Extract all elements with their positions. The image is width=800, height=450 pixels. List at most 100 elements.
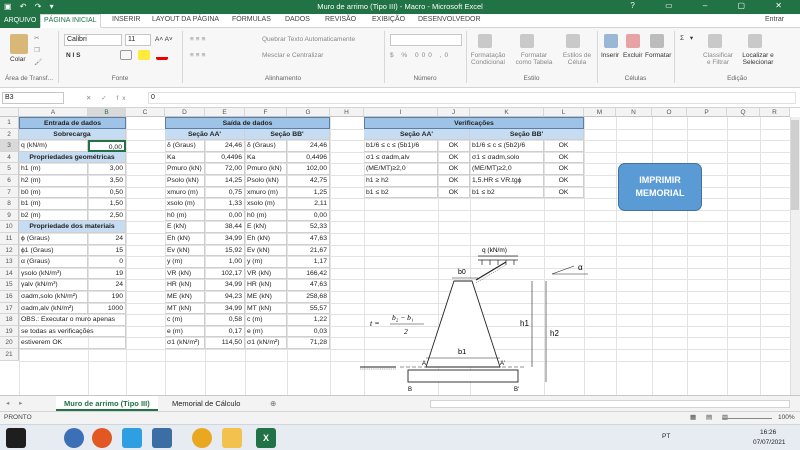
output-value-aa[interactable]: 24,46: [205, 140, 245, 152]
conditional-format-button[interactable]: Formatação Condicional: [468, 52, 508, 66]
align-icons[interactable]: ≡≡≡: [190, 36, 207, 43]
output-label-aa[interactable]: h0 (m): [165, 209, 205, 222]
output-value-aa[interactable]: 38,44: [205, 221, 245, 233]
output-value-aa[interactable]: 34,99: [205, 233, 245, 245]
output-label-aa[interactable]: HR (kN): [165, 279, 205, 291]
output-value-aa[interactable]: 1,00: [205, 256, 245, 268]
output-label-aa[interactable]: Eh (kN): [165, 233, 205, 245]
output-value-aa[interactable]: 1,33: [205, 198, 245, 210]
output-label-bb[interactable]: Psolo (kN): [245, 175, 287, 187]
output-label-aa[interactable]: Ev (kN): [165, 244, 205, 257]
input-value-mat[interactable]: 0: [88, 256, 126, 268]
row-header-21[interactable]: 21: [0, 349, 19, 361]
column-header-m[interactable]: M: [584, 108, 616, 117]
input-label-mat[interactable]: σadm,solo (kN/m²): [19, 291, 88, 303]
verif-title[interactable]: Verificações: [364, 117, 584, 129]
column-header-e[interactable]: E: [205, 108, 245, 117]
row-header-13[interactable]: 13: [0, 256, 19, 268]
output-label-bb[interactable]: y (m): [245, 256, 287, 268]
output-label-aa[interactable]: e (m): [165, 325, 205, 338]
find-select-button[interactable]: Localizar e Selecionar: [738, 52, 778, 66]
merge-center-button[interactable]: Mesclar e Centralizar: [262, 52, 323, 59]
verif-status-bb[interactable]: OK: [544, 140, 584, 152]
add-sheet-button[interactable]: ⊕: [262, 396, 284, 411]
delete-cells-button[interactable]: Excluir: [623, 52, 643, 59]
column-header-q[interactable]: Q: [727, 108, 760, 117]
format-cells-icon[interactable]: [650, 34, 664, 48]
column-header-i[interactable]: I: [364, 108, 438, 117]
input-label-mat[interactable]: γsolo (kN/m³): [19, 267, 88, 280]
output-label-aa[interactable]: c (m): [165, 314, 205, 326]
input-label-mat[interactable]: ϕ (Graus): [19, 233, 88, 245]
input-value-geo[interactable]: 2,50: [88, 209, 126, 222]
clock-time[interactable]: 16:26: [760, 429, 776, 436]
output-value-bb[interactable]: 71,28: [287, 337, 330, 349]
output-value-bb[interactable]: 258,68: [287, 291, 330, 303]
output-label-bb[interactable]: c (m): [245, 314, 287, 326]
output-value-bb[interactable]: 2,11: [287, 198, 330, 210]
wrap-text-button[interactable]: Quebrar Texto Automaticamente: [262, 36, 355, 43]
verif-condition-aa[interactable]: b1 ≤ b2: [364, 186, 438, 199]
output-value-aa[interactable]: 0,17: [205, 325, 245, 338]
tab-data[interactable]: DADOS: [285, 16, 310, 23]
number-format-icons[interactable]: $ % 000 ,0: [390, 52, 451, 59]
paste-button[interactable]: Colar: [10, 56, 26, 63]
input-label-mat[interactable]: σadm,alv (kN/m²): [19, 302, 88, 315]
verif-status-bb[interactable]: OK: [544, 175, 584, 187]
vertical-scroll-thumb[interactable]: [791, 120, 799, 210]
verif-section-aa[interactable]: Seção AA': [364, 128, 470, 141]
row-header-15[interactable]: 15: [0, 279, 19, 291]
input-value-mat[interactable]: 15: [88, 244, 126, 257]
network-app-icon[interactable]: [122, 428, 142, 448]
verif-status-bb[interactable]: OK: [544, 151, 584, 164]
excel-icon[interactable]: X: [256, 428, 276, 448]
input-label-mat[interactable]: ϕ1 (Graus): [19, 244, 88, 257]
row-header-1[interactable]: 1: [0, 117, 19, 129]
output-value-bb[interactable]: 0,00: [287, 209, 330, 222]
sheet-nav-arrows[interactable]: ◂ ▸: [6, 399, 26, 407]
spreadsheet-grid[interactable]: ABCDEFGHIJKLMNOPQR 1 2 3 4 5 6 7 8 9 10 11 12 13 14 15…: [0, 108, 800, 395]
verif-status-bb[interactable]: OK: [544, 186, 584, 199]
output-label-bb[interactable]: e (m): [245, 325, 287, 338]
number-format-select[interactable]: [390, 34, 462, 46]
input-value-geo[interactable]: 3,00: [88, 163, 126, 175]
row-header-17[interactable]: 17: [0, 302, 19, 315]
output-label-bb[interactable]: xsolo (m): [245, 198, 287, 210]
format-table-button[interactable]: Formatar como Tabela: [512, 52, 556, 66]
tab-review[interactable]: REVISÃO: [325, 16, 356, 23]
output-value-aa[interactable]: 0,75: [205, 186, 245, 199]
column-header-f[interactable]: F: [245, 108, 287, 117]
output-value-aa[interactable]: 102,17: [205, 267, 245, 280]
output-label-aa[interactable]: VR (kN): [165, 267, 205, 280]
output-label-aa[interactable]: ME (kN): [165, 291, 205, 303]
cell-styles-button[interactable]: Estilos de Célula: [560, 52, 594, 66]
verif-status-aa[interactable]: OK: [438, 140, 470, 152]
fill-color-icon[interactable]: [138, 50, 150, 60]
column-header-n[interactable]: N: [616, 108, 652, 117]
output-value-bb[interactable]: 1,22: [287, 314, 330, 326]
output-label-bb[interactable]: h0 (m): [245, 209, 287, 222]
output-label-aa[interactable]: δ (Graus): [165, 140, 205, 152]
input-sub-geometry[interactable]: Propriedades geométricas: [19, 151, 126, 164]
output-value-bb[interactable]: 166,42: [287, 267, 330, 280]
tab-developer[interactable]: DESENVOLVEDOR: [418, 16, 481, 23]
conditional-format-icon[interactable]: [478, 34, 492, 48]
output-value-bb[interactable]: 47,63: [287, 279, 330, 291]
output-label-aa[interactable]: E (kN): [165, 221, 205, 233]
input-sub-materials[interactable]: Propriedade dos materiais: [19, 221, 126, 233]
column-header-p[interactable]: P: [687, 108, 727, 117]
output-value-bb[interactable]: 42,75: [287, 175, 330, 187]
output-value-bb[interactable]: 47,63: [287, 233, 330, 245]
insert-cells-icon[interactable]: [604, 34, 618, 48]
output-label-bb[interactable]: ME (kN): [245, 291, 287, 303]
input-sub-load[interactable]: Sobrecarga: [19, 128, 126, 141]
row-header-12[interactable]: 12: [0, 244, 19, 257]
row-header-18[interactable]: 18: [0, 314, 19, 326]
format-cells-button[interactable]: Formatar: [645, 52, 671, 59]
font-size-select[interactable]: 11: [125, 34, 151, 46]
input-label-geo[interactable]: b1 (m): [19, 198, 88, 210]
find-select-icon[interactable]: [748, 34, 762, 48]
input-value-mat[interactable]: 24: [88, 279, 126, 291]
insert-cells-button[interactable]: Inserir: [601, 52, 619, 59]
verif-section-bb[interactable]: Seção BB': [470, 128, 584, 141]
